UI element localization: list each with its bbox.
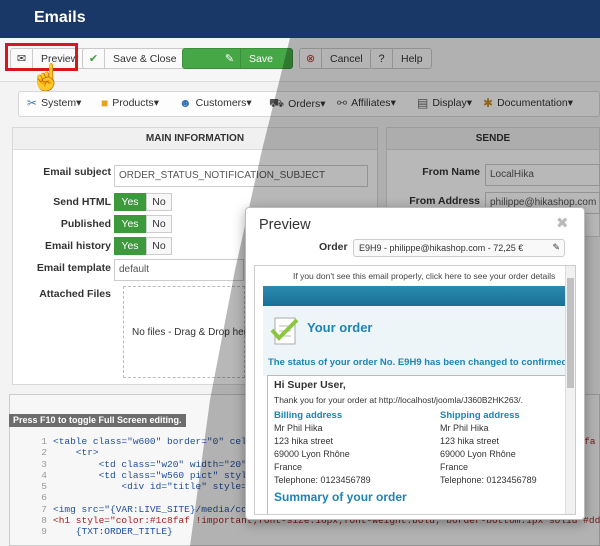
check-icon: ✔ — [83, 49, 105, 68]
billing-line: France — [274, 462, 303, 472]
shipping-title: Shipping address — [440, 410, 520, 421]
attached-files-label: Attached Files — [39, 288, 111, 300]
scrollbar-thumb[interactable] — [567, 278, 574, 388]
email-template-label: Email template — [36, 262, 111, 274]
shipping-line: France — [440, 462, 469, 472]
order-select[interactable]: E9H9 - philippe@hikashop.com - 72,25 € ✎ — [353, 239, 565, 257]
order-label: Order — [319, 241, 348, 253]
shipping-line: 69000 Lyon Rhône — [440, 449, 516, 459]
thanks-text: Thank you for your order at http://local… — [274, 395, 523, 405]
email-history-label: Email history — [45, 240, 111, 252]
menu-products[interactable]: ■ Products ▾ — [101, 96, 159, 110]
preview-modal: Preview ✖ Order E9H9 - philippe@hikashop… — [245, 207, 585, 520]
shipping-line: Telephone: 0123456789 — [440, 475, 537, 485]
edit-icon: ✎ — [219, 49, 241, 68]
close-icon[interactable]: ✖ — [556, 214, 569, 232]
billing-line: Mr Phil Hika — [274, 423, 323, 433]
save-button[interactable]: ✎ Save — [182, 48, 293, 69]
edit-icon[interactable]: ✎ — [552, 242, 560, 253]
page-title: Emails — [34, 9, 86, 26]
hand-cursor-icon: ☝ — [30, 62, 63, 92]
email-template-select[interactable]: default — [114, 259, 244, 281]
see-properly-link[interactable]: If you don't see this email properly, cl… — [293, 271, 555, 281]
published-toggle[interactable]: Yes No — [114, 215, 172, 233]
save-close-button[interactable]: ✔ Save & Close — [82, 48, 186, 69]
email-banner — [263, 286, 568, 306]
summary-heading: Summary of your order — [274, 490, 407, 504]
menu-system[interactable]: ✂ System ▾ — [27, 96, 81, 110]
status-message: The status of your order No. E9H9 has be… — [268, 357, 568, 368]
shipping-line: Mr Phil Hika — [440, 423, 489, 433]
email-subject-label: Email subject — [43, 166, 111, 178]
email-preview-frame[interactable]: If you don't see this email properly, cl… — [254, 265, 576, 515]
wrench-icon: ✂ — [27, 96, 38, 110]
published-label: Published — [60, 218, 111, 230]
checklist-icon — [270, 317, 299, 345]
preview-scrollbar[interactable] — [565, 266, 575, 514]
shipping-line: 123 hika street — [440, 436, 500, 446]
send-html-toggle[interactable]: Yes No — [114, 193, 172, 211]
fullscreen-hint: Press F10 to toggle Full Screen editing. — [9, 414, 186, 427]
billing-title: Billing address — [274, 410, 343, 421]
email-body-box: Hi Super User, Thank you for your order … — [267, 375, 567, 514]
your-order-heading: Your order — [307, 320, 373, 335]
send-html-label: Send HTML — [53, 196, 111, 208]
billing-line: 69000 Lyon Rhône — [274, 449, 350, 459]
billing-line: Telephone: 0123456789 — [274, 475, 371, 485]
box-icon: ■ — [101, 96, 109, 110]
billing-line: 123 hika street — [274, 436, 334, 446]
app-header: Emails — [0, 0, 600, 38]
users-icon: ☻ — [179, 96, 192, 110]
menu-customers[interactable]: ☻ Customers ▾ — [179, 96, 252, 110]
modal-title: Preview — [259, 217, 311, 233]
email-history-toggle[interactable]: Yes No — [114, 237, 172, 255]
greeting: Hi Super User, — [274, 379, 346, 391]
